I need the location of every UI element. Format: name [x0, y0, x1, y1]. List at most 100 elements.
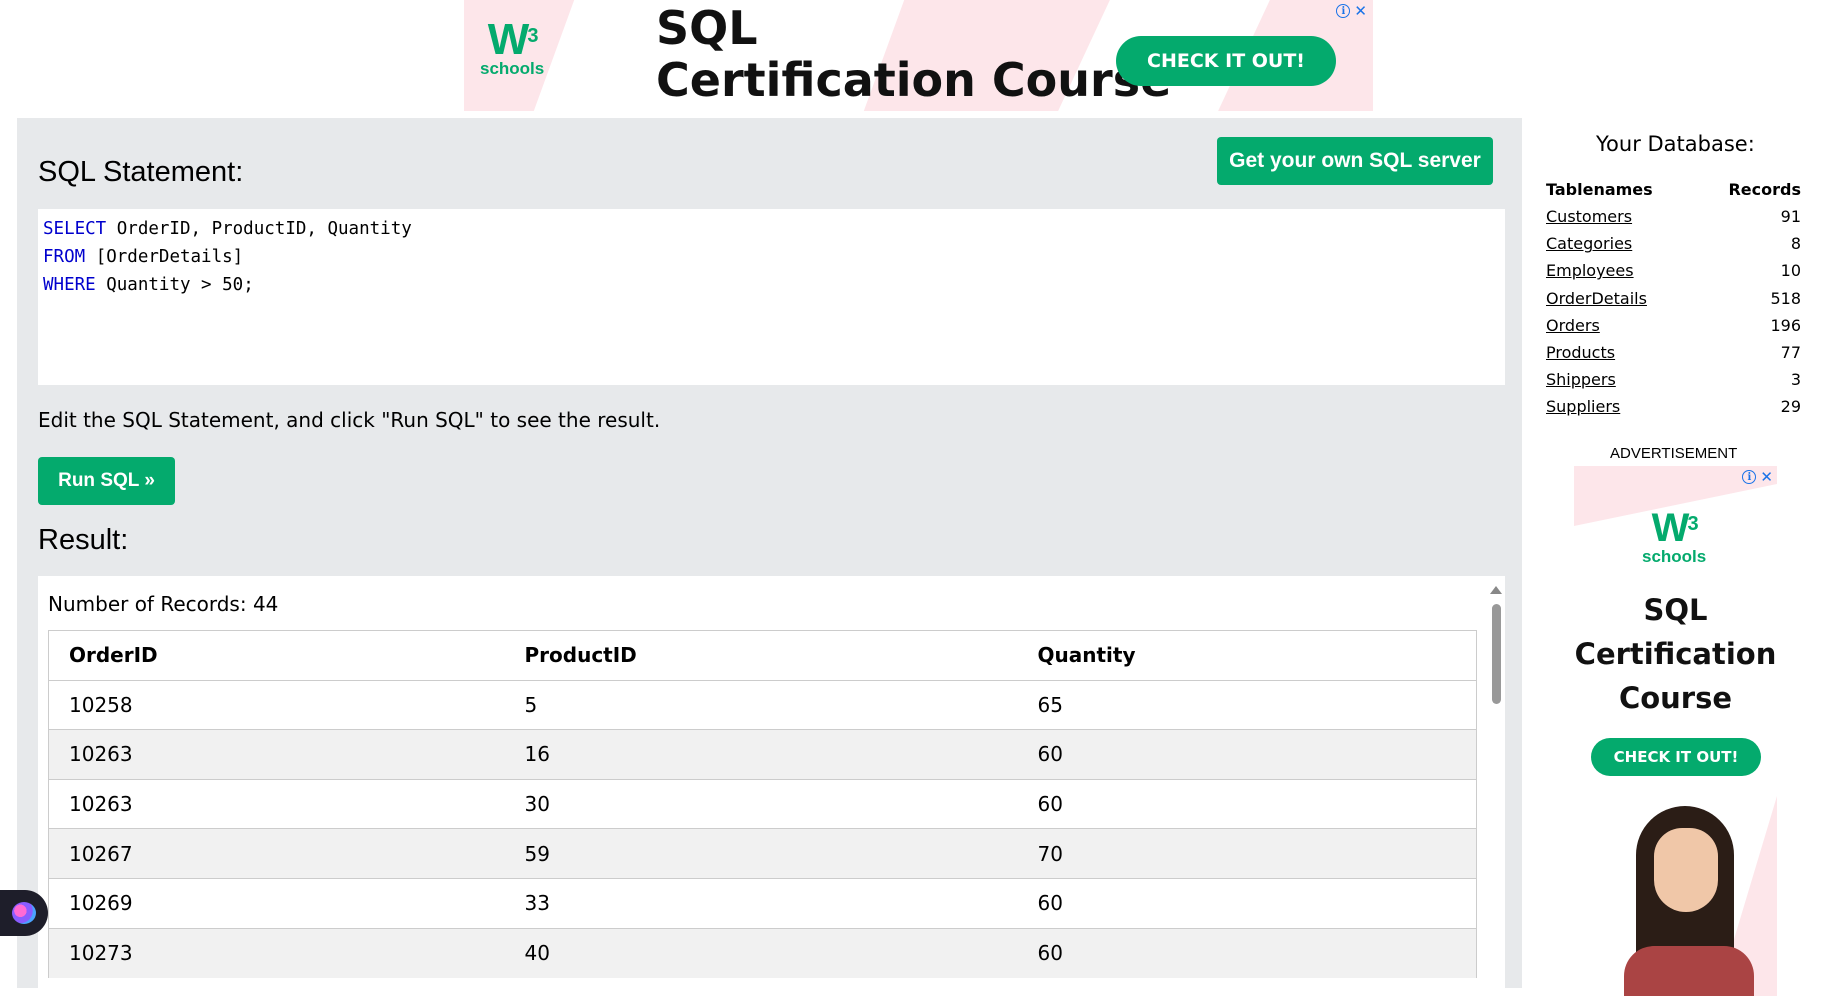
table-row: 10267 59 70 [48, 828, 1477, 879]
db-table-link[interactable]: Orders [1546, 316, 1600, 335]
logo-sup: 3 [527, 25, 538, 47]
code-text: Quantity > 50; [95, 275, 254, 295]
ad-title: SQL Certification Course [1574, 588, 1777, 720]
get-own-sql-server-button[interactable]: Get your own SQL server [1217, 137, 1493, 185]
table-cell: 10263 [48, 778, 505, 829]
table-cell: 16 [504, 729, 1018, 780]
db-table-link[interactable]: Shippers [1546, 370, 1616, 389]
ad-check-it-out-button[interactable]: CHECK IT OUT! [1591, 738, 1761, 776]
table-cell: 60 [1017, 877, 1477, 929]
db-header-row: Tablenames Records [1546, 176, 1801, 203]
column-header: ProductID [504, 630, 1018, 681]
db-record-count: 91 [1780, 207, 1801, 227]
code-line: FROM [OrderDetails] [43, 243, 1500, 271]
editor-hint: Edit the SQL Statement, and click "Run S… [38, 408, 661, 432]
logo-mark: W [487, 15, 530, 64]
code-text: [OrderDetails] [85, 247, 244, 267]
scroll-up-arrow-icon[interactable] [1490, 586, 1502, 594]
column-header: OrderID [48, 630, 505, 681]
sql-keyword: SELECT [43, 219, 107, 239]
sql-keyword: WHERE [43, 275, 96, 295]
close-icon[interactable]: ✕ [1760, 468, 1773, 486]
table-cell: 10258 [48, 679, 505, 730]
w3schools-logo: W3 schools [480, 18, 545, 78]
table-cell: 10269 [48, 877, 505, 929]
db-record-count: 196 [1770, 315, 1801, 335]
db-table-row: Shippers 3 [1546, 366, 1801, 393]
table-row: 10269 33 60 [48, 877, 1477, 929]
ad-title: SQL Certification Course [656, 2, 1171, 106]
db-table-link[interactable]: Categories [1546, 234, 1632, 253]
assistant-floating-button[interactable] [0, 890, 48, 936]
db-record-count: 8 [1790, 234, 1801, 254]
top-banner-ad[interactable]: W3 schools SQL Certification Course CHEC… [464, 0, 1373, 111]
result-scrollbar[interactable] [1487, 576, 1505, 996]
table-cell: 65 [1017, 679, 1477, 730]
ad-person-image [1624, 806, 1764, 996]
person-face [1654, 828, 1718, 912]
ad-title-line: Certification Course [656, 53, 1172, 107]
table-cell: 30 [504, 778, 1018, 829]
records-header: Records [1728, 180, 1801, 199]
sql-editor[interactable]: SELECT OrderID, ProductID, Quantity FROM… [38, 209, 1505, 385]
db-table-link[interactable]: Customers [1546, 207, 1632, 226]
logo-sup: 3 [1687, 513, 1698, 535]
db-table-row: Customers 91 [1546, 203, 1801, 230]
db-table-row: Categories 8 [1546, 230, 1801, 257]
db-record-count: 29 [1780, 397, 1801, 417]
ad-choices[interactable]: i ✕ [1336, 2, 1367, 20]
table-cell: 60 [1017, 778, 1477, 829]
info-icon[interactable]: i [1336, 4, 1351, 18]
w3schools-logo: W3 schools [1642, 508, 1706, 566]
ad-title-line: Course [1618, 681, 1733, 715]
record-count: Number of Records: 44 [48, 592, 279, 616]
result-table: OrderID ProductID Quantity 10258 5 65 10… [48, 630, 1477, 978]
table-cell: 70 [1017, 828, 1477, 879]
table-cell: 59 [504, 828, 1018, 879]
table-cell: 10267 [48, 828, 505, 879]
ad-title-line: Certification [1574, 637, 1777, 671]
person-shirt [1624, 946, 1754, 996]
result-box[interactable]: Number of Records: 44 OrderID ProductID … [38, 576, 1505, 996]
table-cell: 40 [504, 927, 1018, 978]
db-table-link[interactable]: OrderDetails [1546, 289, 1647, 308]
logo-word: schools [480, 59, 545, 78]
sql-statement-heading: SQL Statement: [38, 156, 244, 188]
result-heading: Result: [38, 524, 129, 556]
table-row: 10273 40 60 [48, 927, 1477, 978]
code-text: OrderID, ProductID, Quantity [106, 219, 412, 239]
table-row: 10258 5 65 [48, 679, 1477, 730]
logo-mark: W [1651, 506, 1690, 550]
table-cell: 60 [1017, 927, 1477, 978]
close-icon[interactable]: ✕ [1354, 2, 1367, 20]
tablenames-header: Tablenames [1546, 180, 1653, 199]
table-header-row: OrderID ProductID Quantity [48, 630, 1477, 681]
scrollbar-thumb[interactable] [1492, 604, 1501, 704]
db-table-link[interactable]: Employees [1546, 261, 1634, 280]
your-database-heading: Your Database: [1596, 132, 1755, 156]
editor-panel: SQL Statement: Get your own SQL server S… [17, 118, 1522, 996]
table-cell: 33 [504, 877, 1018, 929]
db-record-count: 3 [1790, 370, 1801, 390]
table-cell: 60 [1017, 729, 1477, 780]
db-table-link[interactable]: Products [1546, 343, 1615, 362]
brain-icon [12, 902, 36, 924]
db-table-row: Suppliers 29 [1546, 393, 1801, 420]
code-line: SELECT OrderID, ProductID, Quantity [43, 215, 1500, 243]
db-table-row: Products 77 [1546, 339, 1801, 366]
code-line: WHERE Quantity > 50; [43, 271, 1500, 299]
table-row: 10263 30 60 [48, 778, 1477, 829]
database-tables-list: Tablenames Records Customers 91 Categorie… [1546, 176, 1801, 421]
run-sql-button[interactable]: Run SQL » [38, 457, 175, 505]
advertisement-label: ADVERTISEMENT [1610, 445, 1738, 462]
db-table-row: Employees 10 [1546, 257, 1801, 284]
table-cell: 10263 [48, 729, 505, 780]
sidebar-ad[interactable]: i ✕ W3 schools SQL Certification Course … [1574, 466, 1777, 996]
db-table-link[interactable]: Suppliers [1546, 397, 1620, 416]
info-icon[interactable]: i [1742, 470, 1757, 484]
logo-word: schools [1642, 547, 1707, 566]
ad-title-line: SQL [656, 1, 758, 55]
db-record-count: 10 [1780, 261, 1801, 281]
ad-check-it-out-button[interactable]: CHECK IT OUT! [1116, 36, 1336, 86]
ad-choices[interactable]: i ✕ [1742, 468, 1773, 486]
